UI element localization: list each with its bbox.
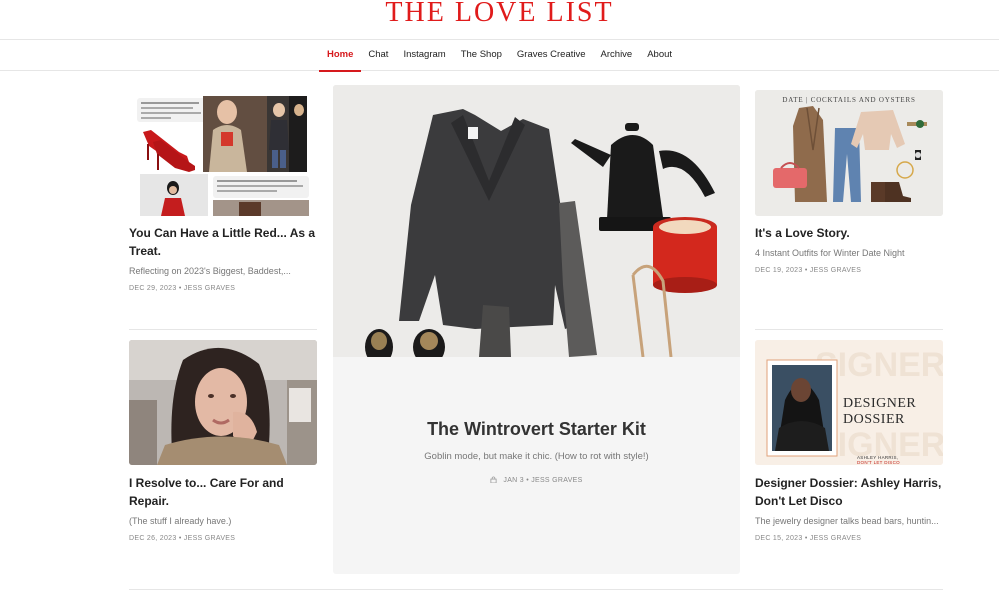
portrait-illustration — [129, 340, 317, 465]
nav-item-the-shop[interactable]: The Shop — [453, 40, 509, 71]
post-meta-care-repair: DEC 26, 2023 • JESS GRAVES — [129, 535, 236, 542]
featured-post-meta: JAN 3 • JESS GRAVES — [333, 476, 740, 484]
nav-item-archive[interactable]: Archive — [593, 40, 640, 71]
post-title-designer-dossier[interactable]: Designer Dossier: Ashley Harris, Don't L… — [755, 474, 947, 510]
post-subtitle-little-red: Reflecting on 2023's Biggest, Baddest,..… — [129, 266, 291, 276]
post-image-care-repair[interactable] — [129, 340, 317, 465]
nav-item-graves-creative[interactable]: Graves Creative — [509, 40, 593, 71]
post-meta-designer-dossier: DEC 15, 2023 • JESS GRAVES — [755, 535, 862, 542]
nav-item-chat[interactable]: Chat — [361, 40, 396, 71]
post-image-caption-love-story: DATE | COCKTAILS AND OYSTERS — [782, 96, 916, 104]
post-image-tagline-designer-dossier: DON'T LET DISCO — [857, 460, 900, 465]
post-title-love-story[interactable]: It's a Love Story. — [755, 224, 947, 242]
post-subtitle-love-story: 4 Instant Outfits for Winter Date Night — [755, 248, 905, 258]
post-image-love-story[interactable]: DATE | COCKTAILS AND OYSTERS — [755, 90, 943, 216]
post-subtitle-designer-dossier: The jewelry designer talks bead bars, hu… — [755, 516, 939, 526]
featured-post[interactable]: The Wintrovert Starter Kit Goblin mode, … — [333, 85, 740, 574]
divider-bottom — [129, 589, 943, 590]
site-logo[interactable]: THE LOVE LIST — [0, 0, 999, 29]
post-meta-love-story: DEC 19, 2023 • JESS GRAVES — [755, 267, 862, 274]
main-nav: Home Chat Instagram The Shop Graves Crea… — [0, 40, 999, 72]
featured-post-meta-text: JAN 3 • JESS GRAVES — [503, 477, 583, 484]
wintrovert-illustration — [333, 85, 740, 365]
divider-right — [755, 329, 943, 330]
nav-item-about[interactable]: About — [640, 40, 680, 71]
post-meta-little-red: DEC 29, 2023 • JESS GRAVES — [129, 285, 236, 292]
featured-post-subtitle: Goblin mode, but make it chic. (How to r… — [424, 451, 649, 462]
collage-illustration — [137, 96, 309, 216]
masthead: THE LOVE LIST — [0, 0, 999, 40]
featured-post-image — [333, 85, 740, 365]
nav-item-home[interactable]: Home — [319, 40, 362, 72]
nav-list: Home Chat Instagram The Shop Graves Crea… — [0, 40, 999, 72]
divider-left — [129, 329, 317, 330]
post-image-text-designer-dossier: DESIGNER DOSSIER — [843, 396, 917, 427]
outfit-illustration — [755, 90, 943, 216]
post-image-designer-dossier[interactable]: SIGNER SIGNER DESIGNER DOSSIER ASHLEY HA… — [755, 340, 943, 465]
post-subtitle-care-repair: (The stuff I already have.) — [129, 516, 232, 526]
featured-post-title[interactable]: The Wintrovert Starter Kit — [333, 419, 740, 440]
nav-item-instagram[interactable]: Instagram — [396, 40, 453, 71]
lock-icon — [490, 476, 497, 483]
post-title-little-red[interactable]: You Can Have a Little Red... As a Treat. — [129, 224, 321, 260]
post-image-little-red[interactable] — [129, 90, 317, 216]
post-title-care-repair[interactable]: I Resolve to... Care For and Repair. — [129, 474, 319, 510]
